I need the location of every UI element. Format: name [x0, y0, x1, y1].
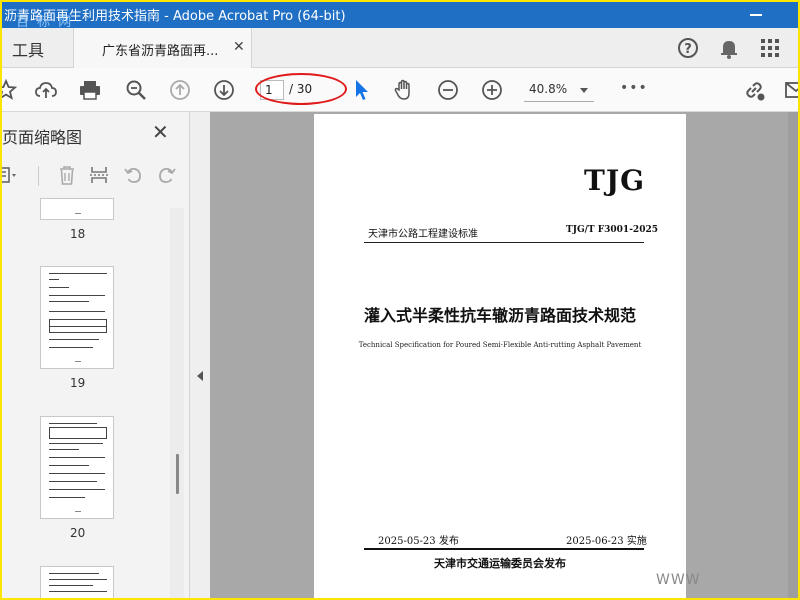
cloud-upload-icon[interactable] [34, 78, 58, 102]
insert-page-icon[interactable] [88, 164, 110, 186]
chevron-left-icon [197, 371, 203, 381]
thumbnail-scrollbar[interactable] [170, 208, 184, 598]
previous-page-icon[interactable] [168, 78, 192, 102]
close-tab-icon[interactable]: ✕ [233, 39, 245, 55]
print-icon[interactable] [78, 78, 102, 102]
thumbnail-text-line [49, 347, 93, 348]
right-edge-strip [788, 112, 798, 598]
thumbnail-number: 19 [70, 376, 86, 390]
thumbnail-footer-mark [75, 361, 81, 362]
thumbnail-page-20[interactable] [40, 416, 114, 519]
thumbnail-text-line [49, 457, 105, 458]
thumbnail-table-rule [49, 326, 107, 327]
rotate-left-icon[interactable] [122, 164, 144, 186]
thumbnail-scrollbar-thumb[interactable] [176, 454, 179, 494]
thumbnail-footer-mark [75, 213, 81, 214]
standard-logo: TJG [584, 164, 645, 197]
zoom-dropdown[interactable]: 40.8% [524, 78, 594, 102]
email-icon[interactable] [784, 78, 798, 102]
thumbnail-text-line [49, 449, 79, 450]
search-zoom-icon[interactable] [124, 78, 148, 102]
document-subtitle: Technical Specification for Poured Semi-… [358, 341, 642, 349]
zoom-in-icon[interactable] [480, 78, 504, 102]
thumbnail-text-line [49, 279, 59, 280]
thumbnail-number: 18 [70, 227, 86, 241]
pdf-page: TJG 天津市公路工程建设标准 TJG/T F3001-2025 灌入式半柔性抗… [314, 114, 686, 598]
bell-icon[interactable] [717, 36, 741, 60]
thumbnail-text-line [49, 301, 89, 302]
panel-title: 页面缩略图 [2, 128, 83, 147]
thumbnail-toolbar [2, 158, 188, 192]
tab-tools-label: 工具 [12, 41, 45, 60]
thumbnail-table [49, 427, 107, 439]
svg-text:?: ? [684, 42, 692, 57]
title-bar: 沥青路面再生利用技术指南 - Adobe Acrobat Pro (64-bit… [2, 2, 798, 30]
trash-icon[interactable] [56, 164, 78, 186]
thumbnail-text-line [49, 473, 105, 474]
document-viewport[interactable]: TJG 天津市公路工程建设标准 TJG/T F3001-2025 灌入式半柔性抗… [210, 112, 798, 598]
panel-collapse-handle[interactable] [190, 112, 210, 598]
thumbnail-text-line [49, 339, 99, 340]
apps-grid-icon[interactable] [758, 36, 782, 60]
minimize-icon[interactable] [750, 14, 762, 16]
effective-date: 2025-06-23 实施 [566, 536, 647, 547]
standard-code: TJG/T F3001-2025 [566, 225, 658, 235]
thumbnail-text-line [49, 585, 93, 586]
page-thumbnails-panel: 页面缩略图 ✕ 18 19 20 [2, 112, 190, 598]
main-toolbar: 1 / 30 40.8% ••• [2, 68, 798, 112]
thumbnail-page-19[interactable] [40, 266, 114, 369]
next-page-icon[interactable] [212, 78, 236, 102]
thumbnail-footer-mark [75, 511, 81, 512]
more-tools-icon[interactable]: ••• [620, 80, 648, 96]
publisher: 天津市交通运输委员会发布 [434, 557, 566, 570]
standard-org: 天津市公路工程建设标准 [368, 229, 478, 240]
issue-date: 2025-05-23 发布 [378, 536, 459, 547]
thumbnail-text-line [49, 311, 105, 312]
document-title: 灌入式半柔性抗车辙沥青路面技术规范 [363, 306, 636, 325]
thumbnail-text-line [49, 573, 99, 574]
thumbnail-text-line [49, 579, 107, 580]
bottom-watermark: WWW [656, 572, 701, 588]
thumbnail-text-line [49, 443, 103, 444]
star-icon[interactable] [2, 78, 18, 102]
thumbnail-text-line [49, 489, 105, 490]
thumbnail-text-line [49, 287, 69, 288]
thumbnail-list: 18 19 20 [2, 198, 188, 598]
options-menu-icon[interactable] [2, 164, 18, 186]
share-link-icon[interactable] [742, 78, 766, 102]
zoom-out-icon[interactable] [436, 78, 460, 102]
chevron-down-icon [580, 88, 588, 93]
highlight-oval-annotation [255, 73, 347, 105]
tab-document[interactable]: 广东省沥青路面再... ✕ [74, 28, 252, 69]
thumbnail-text-line [49, 295, 105, 296]
thumbnail-text-line [49, 481, 97, 482]
tab-tools[interactable]: 工具 [2, 28, 74, 68]
thumbnail-text-line [49, 497, 85, 498]
tab-document-label: 广东省沥青路面再... [102, 44, 219, 59]
header-rule [364, 242, 644, 243]
close-panel-icon[interactable]: ✕ [152, 120, 169, 144]
acrobat-window: 沥青路面再生利用技术指南 - Adobe Acrobat Pro (64-bit… [2, 2, 798, 598]
hand-tool-icon[interactable] [392, 78, 416, 102]
footer-rule [364, 548, 644, 550]
zoom-value: 40.8% [529, 82, 568, 96]
help-icon[interactable]: ? [676, 36, 700, 60]
thumbnail-page-21[interactable] [40, 566, 114, 598]
thumbnail-page-18[interactable] [40, 198, 114, 220]
thumbnail-number: 20 [70, 526, 86, 540]
thumbnail-text-line [49, 273, 107, 274]
thumbnail-text-line [49, 423, 97, 424]
rotate-right-icon[interactable] [156, 164, 178, 186]
thumbnail-text-line [49, 465, 89, 466]
select-cursor-icon[interactable] [350, 78, 374, 102]
thumbnail-text-line [49, 591, 107, 592]
toolbar-divider [38, 166, 39, 186]
tab-bar: 工具 广东省沥青路面再... ✕ ? [2, 28, 798, 69]
